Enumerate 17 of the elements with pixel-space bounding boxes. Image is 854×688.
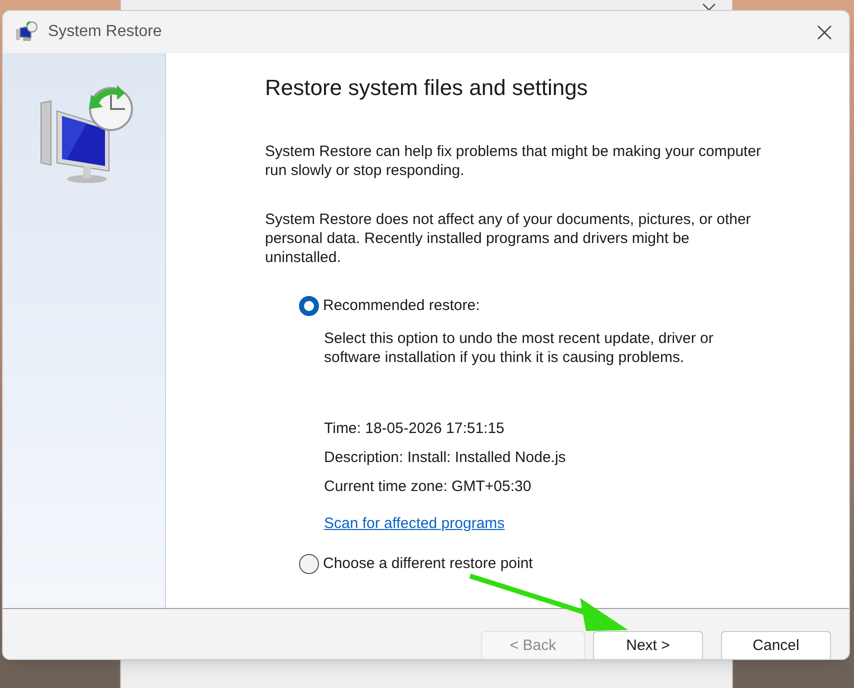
radio-button[interactable] (299, 296, 319, 316)
detail-text: Description: Install: Installed Node.js (324, 448, 567, 467)
radio-label: Choose a different restore point (323, 554, 533, 574)
radio-button[interactable] (299, 554, 319, 574)
dialog-button[interactable]: Next > (593, 631, 703, 659)
radio-label: Recommended restore: (323, 296, 480, 316)
detail-text: Time: 18-05-2026 17:51:15 (324, 419, 506, 438)
close-icon[interactable] (817, 24, 832, 40)
scan-link[interactable]: Scan for affected programs (324, 514, 505, 533)
description-text: System Restore can help fix problems that might be making your computer run slowly or stop responding. (265, 142, 762, 180)
computer-clock-icon (14, 21, 38, 43)
window-title: System Restore (48, 22, 162, 42)
dialog-button[interactable]: Cancel (721, 631, 831, 659)
option-description: Select this option to undo the most recent update, driver or software installation if you think it is causing problems. (324, 329, 714, 367)
page-heading: Restore system files and settings (265, 74, 589, 102)
description-text: System Restore does not affect any of your documents, pictures, or other personal data. Recently installed programs and drivers might be uninstalled. (265, 210, 752, 267)
detail-text: Current time zone: GMT+05:30 (324, 477, 532, 496)
